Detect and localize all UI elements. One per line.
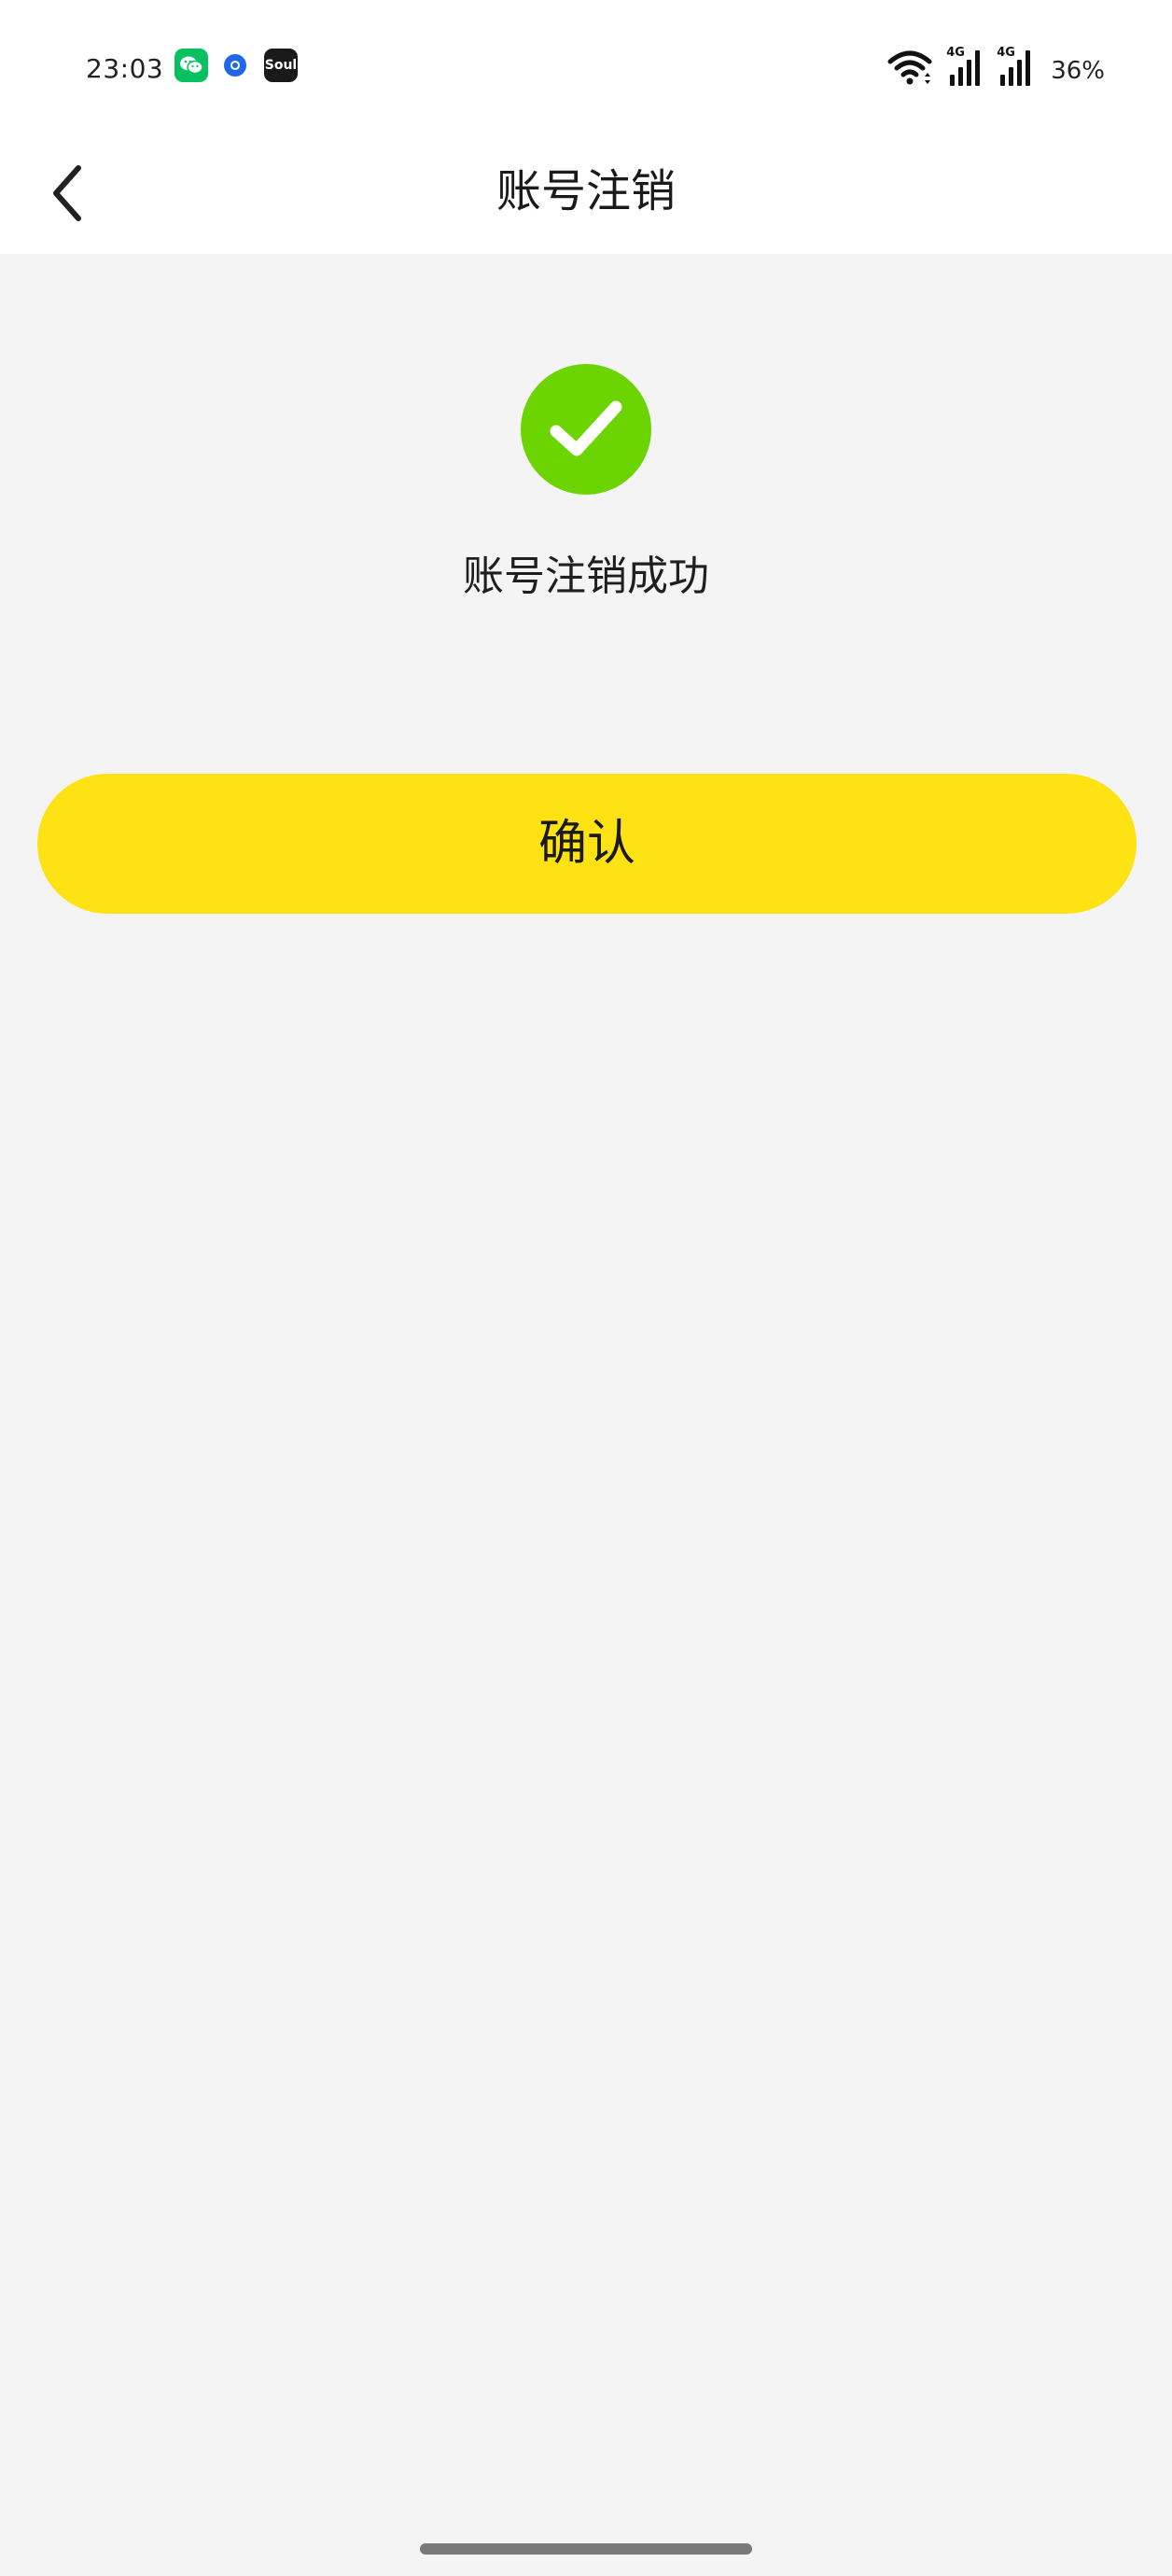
cellular-signal-1-icon: 4G	[946, 46, 984, 86]
status-bar: 23:03 Soul 4G 4G 36%	[0, 0, 1172, 140]
blue-circle-icon	[224, 54, 246, 77]
status-indicators: 4G 4G 36%	[886, 45, 1105, 86]
nav-bar: 账号注销	[0, 140, 1172, 254]
success-check-icon	[521, 364, 651, 495]
success-message: 账号注销成功	[463, 553, 709, 600]
cellular-signal-2-icon: 4G	[997, 46, 1034, 86]
battery-level: 36%	[1051, 57, 1105, 85]
network-type-2: 4G	[997, 46, 1015, 60]
soul-icon-text: Soul	[264, 58, 298, 73]
network-type-1: 4G	[946, 46, 965, 60]
wifi-icon	[887, 50, 932, 85]
confirm-button[interactable]: 确认	[37, 774, 1137, 914]
page-title: 账号注销	[495, 165, 676, 217]
home-indicator[interactable]	[420, 2543, 752, 2555]
status-time: 23:03	[86, 53, 164, 84]
soul-app-icon: Soul	[264, 49, 298, 82]
wechat-icon	[174, 49, 208, 82]
